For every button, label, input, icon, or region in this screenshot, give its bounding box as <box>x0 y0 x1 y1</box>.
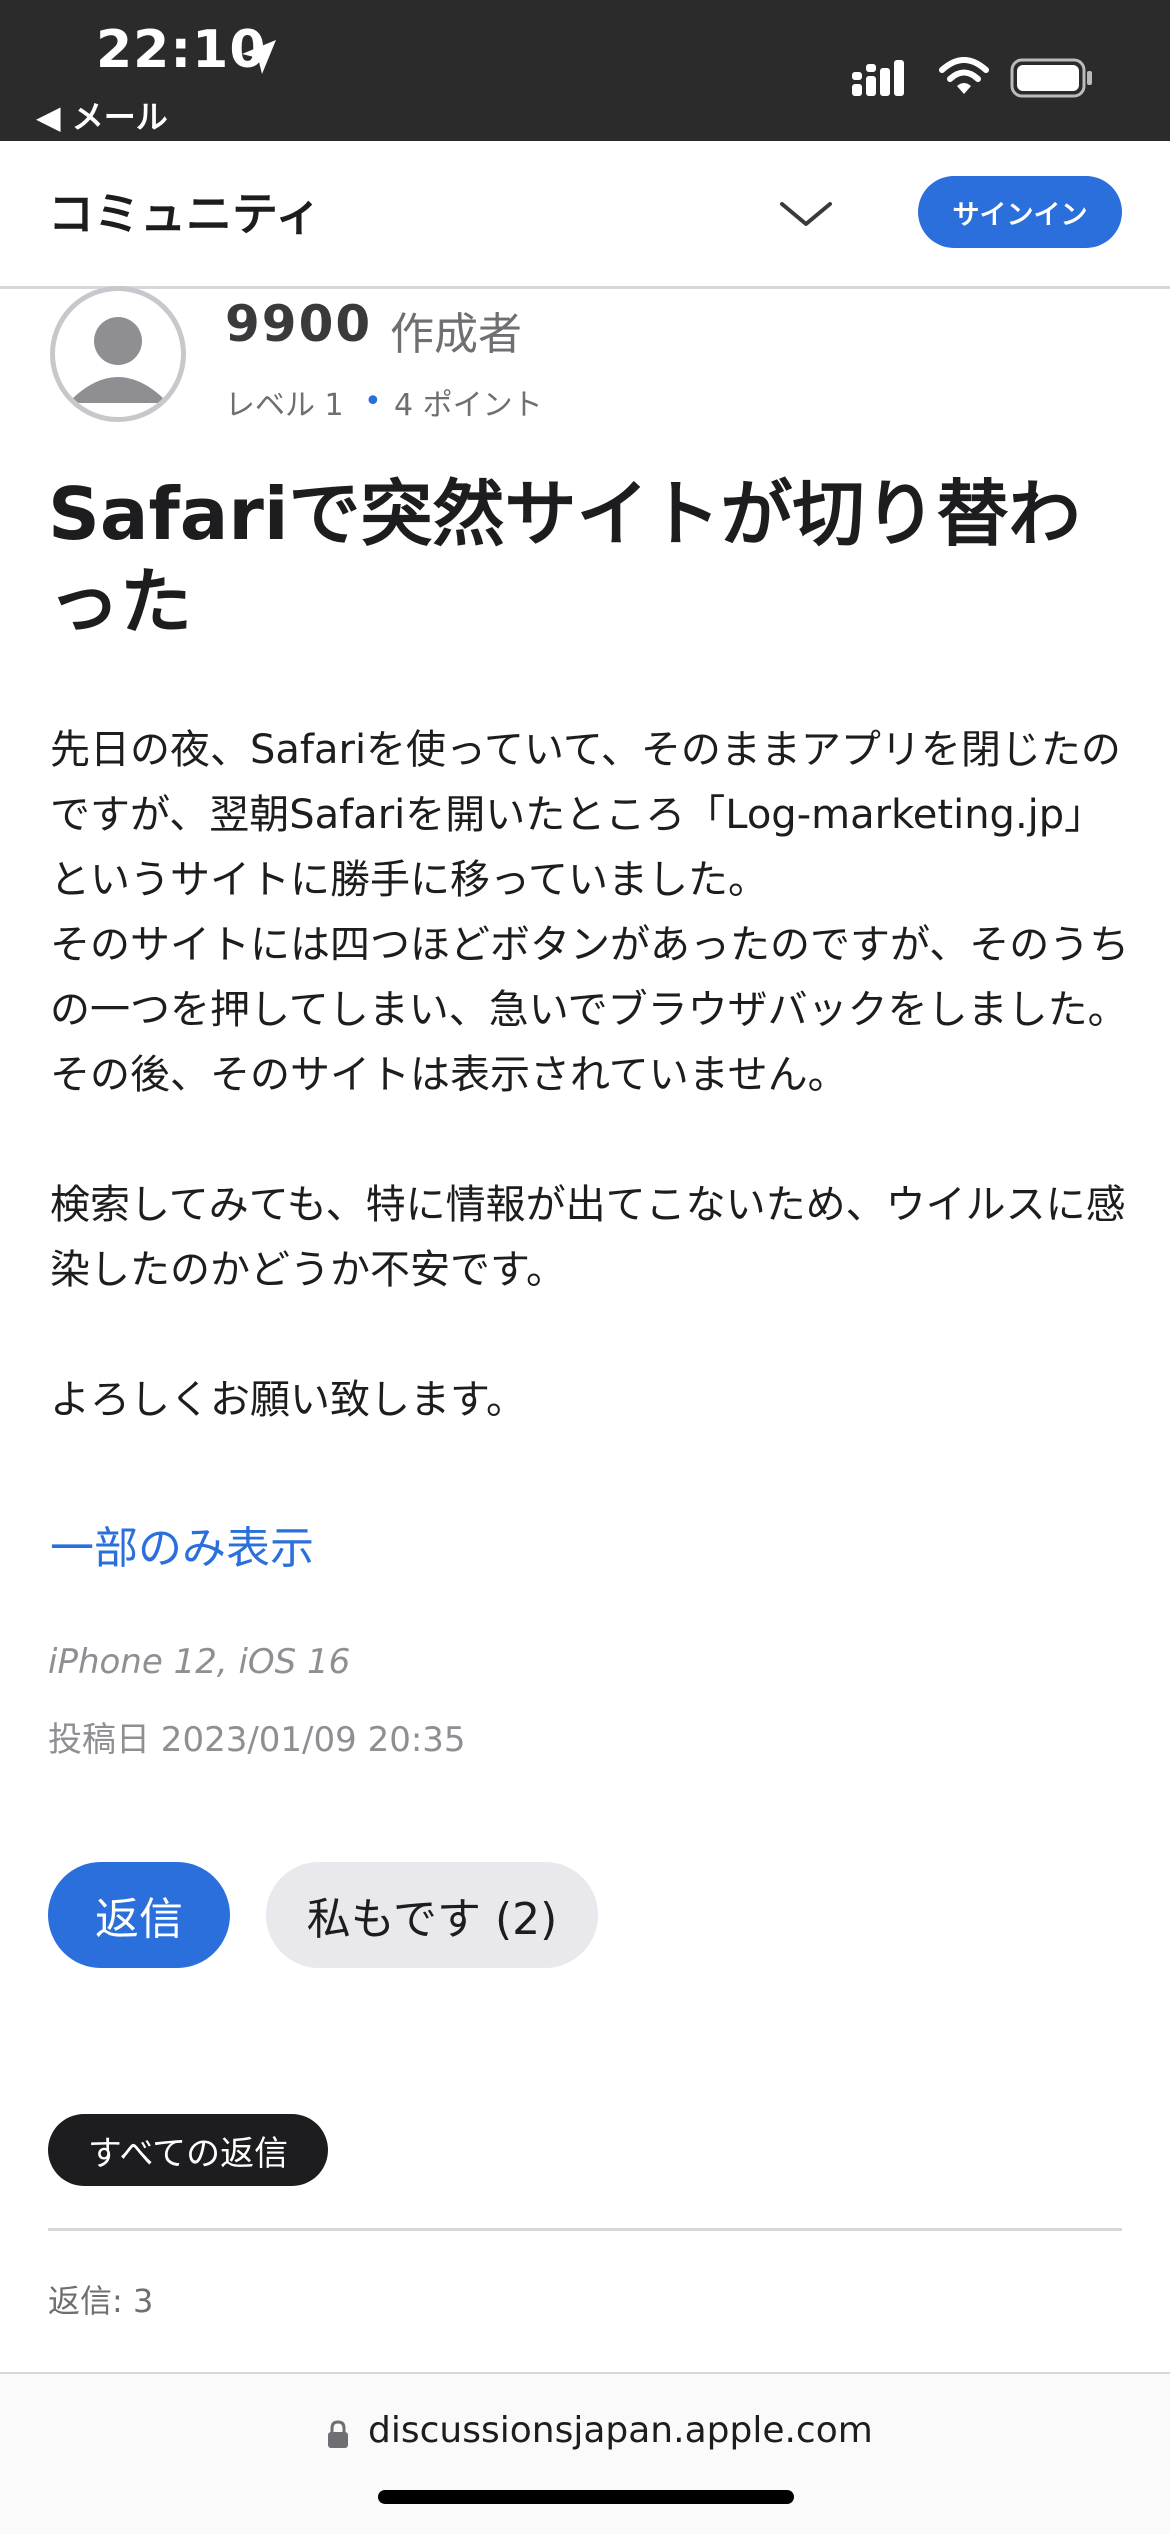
show-less-link[interactable]: 一部のみ表示 <box>50 1512 314 1576</box>
author-level: レベル 1 <box>225 388 344 423</box>
lock-icon <box>326 2420 350 2454</box>
wifi-icon <box>938 56 990 102</box>
device-info: iPhone 12, iOS 16 <box>48 1642 351 1682</box>
author-points: 4 ポイント <box>394 388 543 423</box>
community-title[interactable]: コミュニティ <box>48 178 321 244</box>
post-title: Safariで突然サイトが切り替わった <box>48 472 1081 644</box>
all-replies-filter[interactable]: すべての返信 <box>48 2114 328 2186</box>
browser-url-bar[interactable] <box>0 2372 1170 2534</box>
back-to-mail-link[interactable]: ◀ メール <box>36 92 168 138</box>
avatar[interactable] <box>50 286 186 422</box>
location-arrow-icon <box>238 36 280 82</box>
chevron-down-icon[interactable] <box>778 198 834 234</box>
battery-icon <box>1010 58 1094 102</box>
me-too-button[interactable]: 私もです (2) <box>266 1862 598 1968</box>
author-name[interactable]: 9900 <box>225 295 372 353</box>
url-text[interactable]: discussionsjapan.apple.com <box>368 2410 873 2451</box>
post-body: 先日の夜、Safariを使っていて、そのままアプリを閉じたのですが、翌朝Safa… <box>50 727 1130 1423</box>
signin-button[interactable]: サインイン <box>918 176 1122 248</box>
divider <box>48 2228 1122 2231</box>
reply-count: 返信: 3 <box>48 2282 154 2320</box>
home-indicator[interactable] <box>378 2490 794 2504</box>
reply-button[interactable]: 返信 <box>48 1862 230 1968</box>
author-role-badge: 作成者 <box>390 309 522 360</box>
cellular-signal-icon <box>852 58 914 102</box>
separator-dot: • <box>364 384 382 419</box>
posted-date: 投稿日 2023/01/09 20:35 <box>48 1720 466 1760</box>
